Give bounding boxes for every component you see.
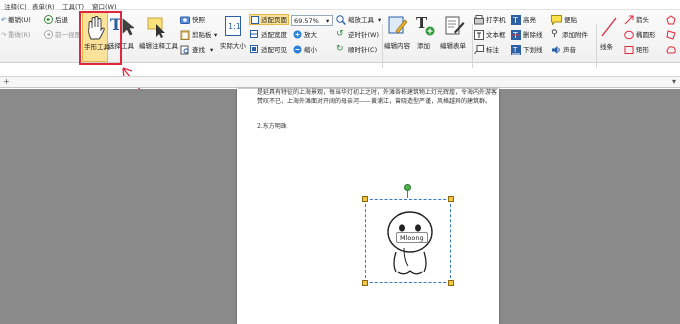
add-button[interactable]: T 添加 bbox=[413, 13, 439, 61]
highlight-button[interactable]: T 高亮 bbox=[511, 15, 549, 25]
collapse-panel-icon[interactable]: ▾ bbox=[672, 78, 676, 86]
highlight-icon: T bbox=[511, 15, 521, 25]
callout-icon bbox=[474, 45, 484, 55]
clipboard-icon bbox=[180, 30, 190, 40]
magnifier-icon bbox=[336, 15, 346, 25]
actual-size-button[interactable]: 1:1 实际大小 bbox=[220, 13, 248, 61]
back-button[interactable]: 后退 bbox=[44, 15, 74, 25]
edit-content-button[interactable]: 编辑内容 bbox=[384, 13, 412, 61]
resize-handle-tl[interactable] bbox=[362, 196, 368, 202]
note-button[interactable]: 便贴 bbox=[551, 15, 591, 25]
svg-text:1:1: 1:1 bbox=[228, 22, 241, 31]
chevron-down-icon: ▾ bbox=[326, 17, 330, 25]
rotate-handle[interactable] bbox=[404, 184, 411, 191]
fit-page-icon bbox=[251, 16, 259, 24]
cloud-icon[interactable] bbox=[666, 45, 676, 55]
svg-text:T: T bbox=[512, 16, 518, 25]
speaker-icon bbox=[552, 46, 560, 54]
forward-icon bbox=[44, 30, 53, 39]
strikeout-icon: T bbox=[511, 30, 521, 40]
arrow-tool-button[interactable]: 箭头 bbox=[624, 15, 664, 25]
snapshot-button[interactable]: 快照 bbox=[180, 15, 220, 25]
camera-icon bbox=[180, 16, 190, 24]
rotate-ccw-icon: ↺ bbox=[336, 29, 344, 39]
edit-annotation-tool-button[interactable]: 编辑注释工具 bbox=[138, 13, 178, 61]
strikeout-button[interactable]: T 删除线 bbox=[511, 30, 549, 40]
edit-content-icon bbox=[388, 16, 408, 34]
fit-width-icon bbox=[250, 30, 258, 38]
zoom-out-icon bbox=[293, 45, 302, 54]
cartoon-figure-image bbox=[387, 211, 433, 275]
oval-icon bbox=[624, 30, 634, 40]
back-icon bbox=[44, 15, 53, 24]
forward-view-button[interactable]: 前一视图 bbox=[44, 30, 82, 40]
rotate-cw-icon: ↻ bbox=[336, 44, 344, 54]
chevron-down-icon: ▾ bbox=[214, 31, 218, 39]
edit-form-icon bbox=[445, 16, 465, 35]
zoom-tool-button[interactable]: 缩放工具 ▾ bbox=[336, 15, 384, 25]
pointer-icon bbox=[122, 18, 134, 36]
more-shapes-column bbox=[666, 15, 678, 55]
sound-button[interactable]: 声音 bbox=[551, 45, 591, 55]
rotate-cw-button[interactable]: ↻ 顺时针(C) bbox=[336, 45, 382, 55]
panel-bar: + ▾ bbox=[0, 76, 680, 88]
highlight-frame bbox=[79, 11, 122, 65]
fit-visible-button[interactable]: 适配可见 bbox=[250, 45, 290, 55]
rect-tool-button[interactable]: 矩形 bbox=[624, 45, 664, 55]
find-button[interactable]: 查找 ▾ bbox=[180, 45, 220, 55]
arrow-icon bbox=[624, 15, 634, 25]
find-icon bbox=[180, 45, 189, 55]
redo-button[interactable]: ↷ 重做(R) bbox=[1, 30, 39, 40]
oval-tool-button[interactable]: 椭圆形 bbox=[624, 30, 664, 40]
paragraph-text: 是延具有特征的上海景观，每当华灯初上之时，外滩各栋建筑物上灯光辉煌，令海内外游客… bbox=[257, 89, 498, 105]
selected-image[interactable]: Mloong bbox=[365, 199, 451, 283]
callout-button[interactable]: 标注 bbox=[474, 45, 510, 55]
typewriter-button[interactable]: 打字机 bbox=[474, 15, 510, 25]
resize-handle-bl[interactable] bbox=[362, 280, 368, 286]
menu-bar: 注释(C) 表单(R) 工具(T) 窗口(W) bbox=[0, 0, 680, 11]
underline-icon: T bbox=[511, 45, 521, 55]
polygon-icon[interactable] bbox=[666, 30, 676, 40]
edit-form-button[interactable]: 编辑表单 bbox=[440, 13, 470, 61]
textbox-button[interactable]: 文本框 bbox=[474, 30, 510, 40]
expand-panel-icon[interactable]: + bbox=[3, 78, 10, 86]
zoom-out-button[interactable]: 缩小 bbox=[293, 45, 325, 55]
line-icon bbox=[601, 17, 617, 37]
resize-handle-tr[interactable] bbox=[448, 196, 454, 202]
svg-text:T: T bbox=[512, 46, 518, 54]
undo-icon: ↶ bbox=[1, 16, 7, 24]
underline-button[interactable]: T 下划线 bbox=[511, 45, 549, 55]
edit-annotation-icon bbox=[147, 17, 165, 38]
paperclip-icon: ⚲ bbox=[551, 29, 558, 39]
clipboard-button[interactable]: 剪贴板 ▾ bbox=[180, 30, 220, 40]
redo-icon: ↷ bbox=[1, 31, 7, 39]
list-item-2: 2.东方明珠 bbox=[257, 123, 287, 130]
chevron-down-icon: ▾ bbox=[378, 16, 382, 24]
textbox-icon bbox=[474, 30, 484, 40]
typewriter-icon bbox=[474, 15, 484, 25]
fit-visible-icon bbox=[250, 45, 258, 53]
image-label: Mloong bbox=[396, 232, 428, 243]
zoom-combo[interactable]: 69.57% ▾ bbox=[291, 15, 333, 26]
rotate-ccw-button[interactable]: ↺ 逆时针(W) bbox=[336, 30, 382, 40]
plus-icon bbox=[425, 26, 435, 36]
attach-file-button[interactable]: ⚲ 添加附件 bbox=[551, 30, 595, 40]
actual-size-icon: 1:1 bbox=[225, 16, 241, 36]
zoom-in-icon bbox=[293, 30, 302, 39]
pentagon-icon[interactable] bbox=[666, 15, 676, 25]
resize-handle-br[interactable] bbox=[448, 280, 454, 286]
fit-width-button[interactable]: 适配宽度 bbox=[250, 30, 290, 40]
line-tool-button[interactable]: 线条 bbox=[598, 13, 620, 61]
note-icon bbox=[551, 15, 562, 25]
zoom-in-button[interactable]: 放大 bbox=[293, 30, 325, 40]
fit-page-button[interactable]: 适配页面 bbox=[249, 14, 289, 25]
undo-button[interactable]: ↶ 撤销(U) bbox=[1, 15, 39, 25]
pdf-page: 是延具有特征的上海景观，每当华灯初上之时，外滩各栋建筑物上灯光辉煌，令海内外游客… bbox=[237, 89, 499, 324]
chevron-down-icon: ▾ bbox=[210, 46, 214, 54]
rectangle-icon bbox=[624, 46, 634, 54]
rotate-stem bbox=[407, 190, 408, 198]
